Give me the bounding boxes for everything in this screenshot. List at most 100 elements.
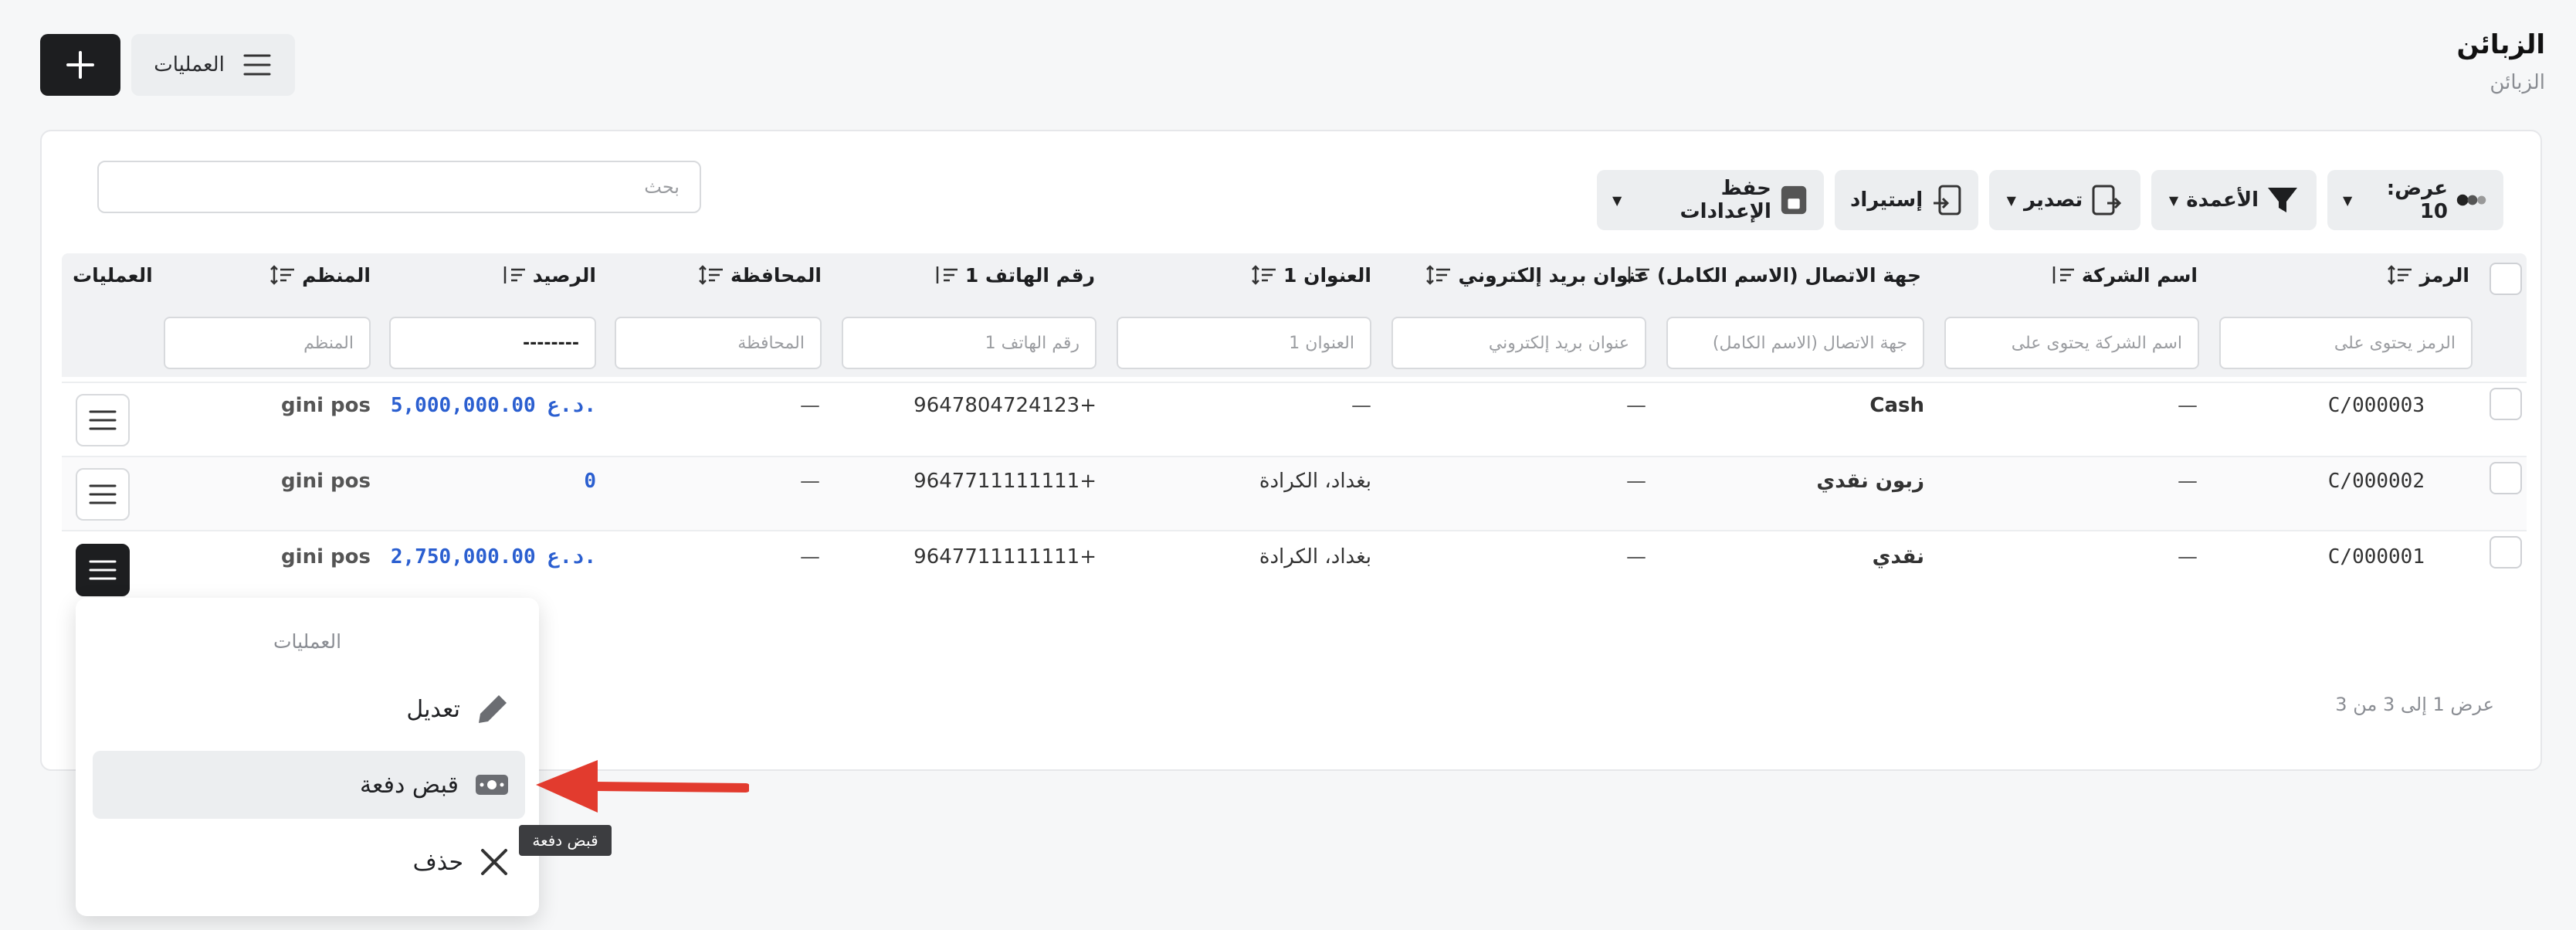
row-checkbox[interactable] [2490, 388, 2522, 420]
menu-item-delete[interactable]: حذف [93, 828, 525, 896]
export-icon [2092, 185, 2122, 216]
filter-contact-input[interactable] [1666, 317, 1924, 369]
cell-organizer: gini pos [281, 394, 371, 417]
cell-organizer: gini pos [281, 545, 371, 569]
column-header-code[interactable]: الرمز [2387, 264, 2469, 287]
chevron-down-icon: ▼ [1612, 192, 1622, 208]
save-settings-label: حفظ الإعدادات [1679, 177, 1771, 223]
filter-organizer-input[interactable] [164, 317, 371, 369]
filter-address1-input[interactable] [1117, 317, 1371, 369]
filter-code-input[interactable] [2219, 317, 2473, 369]
dropdown-title: العمليات [273, 630, 342, 653]
menu-item-label: تعديل [406, 695, 460, 723]
select-all-checkbox[interactable] [2490, 263, 2522, 295]
filter-email-input[interactable] [1391, 317, 1646, 369]
row-actions-button-active[interactable] [76, 544, 130, 596]
row-checkbox[interactable] [2490, 536, 2522, 569]
close-icon [481, 849, 507, 875]
operations-label: العمليات [154, 53, 225, 76]
column-header-organizer[interactable]: المنظم [269, 264, 371, 287]
menu-item-label: حذف [412, 848, 463, 876]
column-header-phone1[interactable]: رقم الهاتف 1 [933, 264, 1095, 287]
cell-code[interactable]: C/000003 [2328, 394, 2425, 417]
menu-icon [89, 410, 117, 430]
cell-code[interactable]: C/000002 [2328, 470, 2425, 493]
column-header-governorate[interactable]: المحافظة [698, 264, 822, 287]
column-header-label: الرصيد [532, 264, 596, 287]
add-customer-button[interactable] [40, 34, 120, 96]
menu-icon [243, 54, 271, 76]
chevron-down-icon: ▼ [2006, 192, 2016, 208]
cell-code[interactable]: C/000001 [2328, 545, 2425, 569]
filter-funnel-icon [2268, 188, 2298, 212]
cell-contact: زبون نقدي [1816, 470, 1924, 493]
cell-governorate: — [800, 545, 820, 569]
columns-button[interactable]: الأعمدة ▼ [2151, 170, 2317, 230]
filter-phone1-input[interactable] [842, 317, 1096, 369]
save-settings-button[interactable]: حفظ الإعدادات ▼ [1597, 170, 1824, 230]
row-actions-button[interactable] [76, 468, 130, 521]
column-header-label: العمليات [73, 264, 153, 287]
column-header-contact[interactable]: جهة الاتصال (الاسم الكامل) [1625, 264, 1921, 287]
cell-email: — [1626, 470, 1646, 493]
row-checkbox[interactable] [2490, 462, 2522, 494]
menu-item-receive-payment[interactable]: قبض دفعة [93, 751, 525, 819]
menu-item-label: قبض دفعة [360, 771, 459, 799]
import-icon [1934, 185, 1961, 216]
page-size-button[interactable]: عرض: 10 ▼ [2327, 170, 2503, 230]
chevron-down-icon: ▼ [2343, 192, 2353, 208]
pencil-icon [479, 695, 507, 723]
column-header-address1[interactable]: العنوان 1 [1251, 264, 1371, 287]
column-header-label: عنوان بريد إلكتروني [1458, 264, 1649, 287]
import-label: إستيراد [1850, 188, 1924, 212]
plus-icon [66, 51, 94, 79]
save-icon [1781, 185, 1807, 215]
chevron-down-icon: ▼ [2168, 192, 2179, 208]
export-button[interactable]: تصدير ▼ [1989, 170, 2140, 230]
table-row [62, 382, 2527, 456]
filter-governorate-input[interactable] [615, 317, 822, 369]
cell-governorate: — [800, 470, 820, 493]
cell-email: — [1626, 394, 1646, 417]
sort-icon [503, 266, 525, 283]
breadcrumb[interactable]: الزبائن [2490, 71, 2545, 94]
column-header-operations: العمليات [73, 264, 153, 287]
column-header-label: المنظم [302, 264, 371, 287]
cell-phone1: +9647804724123 [913, 394, 1096, 417]
cell-balance: 2,750,000.00 د.ع. [390, 545, 596, 569]
row-actions-button[interactable] [76, 394, 130, 446]
column-header-balance[interactable]: الرصيد [500, 264, 596, 287]
sort-icon [1426, 264, 1451, 285]
menu-icon [89, 484, 117, 504]
menu-icon [89, 560, 117, 580]
column-header-email[interactable]: عنوان بريد إلكتروني [1425, 264, 1649, 287]
cell-contact: Cash [1869, 394, 1924, 417]
operations-button[interactable]: العمليات [131, 34, 295, 96]
menu-item-edit[interactable]: تعديل [93, 675, 525, 743]
tooltip: قبض دفعة [519, 825, 612, 856]
cell-address1: بغداد، الكرادة [1259, 545, 1371, 569]
cell-company: — [2178, 470, 2198, 493]
red-arrow-annotation [536, 760, 749, 813]
column-header-label: جهة الاتصال (الاسم الكامل) [1657, 264, 1921, 287]
filter-company-input[interactable] [1944, 317, 2199, 369]
cell-address1: — [1351, 394, 1371, 417]
sort-icon [699, 264, 723, 285]
column-header-label: اسم الشركة [2081, 264, 2198, 287]
column-header-company[interactable]: اسم الشركة [2049, 264, 2198, 287]
cash-icon [476, 775, 508, 795]
columns-label: الأعمدة [2186, 188, 2259, 212]
column-header-label: العنوان 1 [1283, 264, 1371, 287]
cell-governorate: — [800, 394, 820, 417]
sort-icon [2052, 266, 2074, 283]
cell-address1: بغداد، الكرادة [1259, 470, 1371, 493]
page-size-label: عرض: 10 [2386, 177, 2449, 223]
cell-organizer: gini pos [281, 470, 371, 493]
sort-icon [936, 266, 958, 283]
pagination-info: عرض 1 إلى 3 من 3 [2335, 694, 2494, 715]
sort-icon [270, 264, 295, 285]
sort-icon [1252, 264, 1276, 285]
search-input[interactable] [97, 161, 701, 213]
import-button[interactable]: إستيراد [1835, 170, 1978, 230]
filter-balance-input[interactable] [389, 317, 596, 369]
